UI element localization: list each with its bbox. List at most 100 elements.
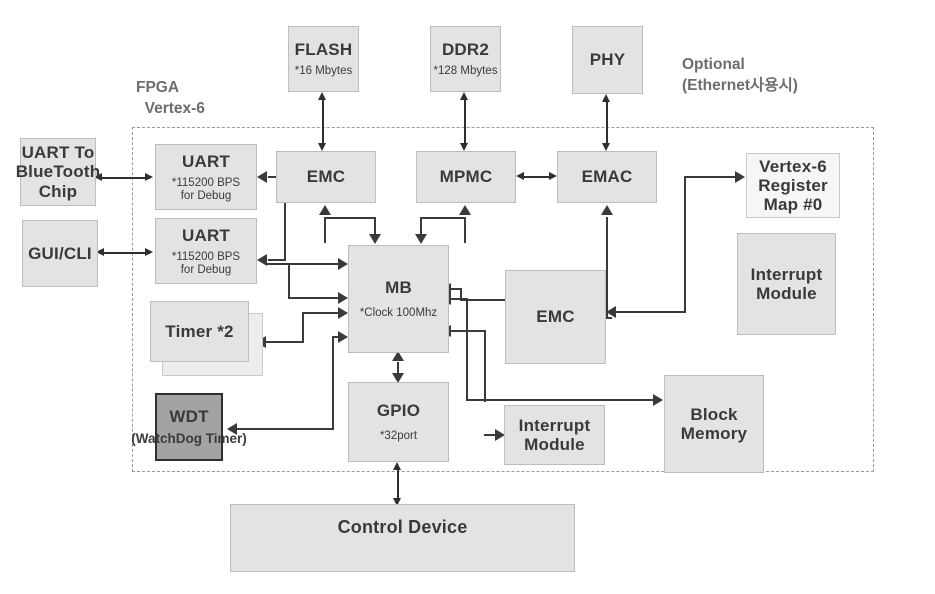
block-gpio-sublabel: *32port — [379, 430, 418, 443]
arrowhead-bluetooth-uart1-right — [145, 173, 153, 181]
block-mb-label: MB — [385, 278, 412, 298]
connector-flash-emc — [322, 100, 324, 144]
block-gui-cli-label: GUI/CLI — [28, 243, 92, 263]
arrowhead-guicli-uart2-right — [145, 248, 153, 256]
block-mb[interactable]: MB *Clock 100Mhz — [348, 245, 449, 353]
connector-mb-to-timer-riser — [302, 312, 304, 342]
connector-trunk-to-block-memory — [466, 399, 656, 401]
block-interrupt-module-bottom-line1: Interrupt — [518, 415, 591, 435]
connector-mb-right-trunk-b — [484, 330, 486, 402]
arrowhead-emac-up — [601, 205, 613, 215]
block-emac-label: EMAC — [581, 167, 633, 187]
block-gpio-label: GPIO — [376, 401, 421, 421]
block-flash-label: FLASH — [294, 40, 353, 60]
connector-mb-to-wdt-riser — [332, 336, 334, 430]
block-ddr2-label: DDR2 — [441, 40, 490, 60]
connector-mb-to-mpmc-up — [464, 217, 466, 243]
block-wdt-sublabel: (WatchDog Timer) — [131, 431, 247, 447]
block-interrupt-module-right-line1: Interrupt — [750, 264, 823, 284]
block-mpmc[interactable]: MPMC — [416, 151, 516, 203]
connector-phy-emac — [606, 102, 608, 144]
block-interrupt-module-right-line2: Module — [756, 284, 817, 303]
block-uart-to-bluetooth-chip[interactable]: UART To BlueTooth Chip — [16, 138, 100, 206]
arrowhead-wdt-rail-to-mb — [338, 331, 348, 343]
connector-mb-to-timer-bottom — [262, 341, 304, 343]
block-mb-sublabel: *Clock 100Mhz — [359, 307, 438, 320]
arrowhead-regmap-trunk-to-emcmid — [606, 306, 616, 318]
block-flash-sublabel: *16 Mbytes — [294, 65, 353, 78]
block-emc-top[interactable]: EMC — [276, 151, 376, 203]
block-vertex6-register-map[interactable]: Vertex-6 Register Map #0 — [746, 153, 840, 218]
block-block-memory[interactable]: Block Memory — [664, 375, 764, 473]
connector-mpmc-emac — [522, 176, 552, 178]
arrowhead-ddr2-mpmc-down — [460, 143, 468, 151]
block-interrupt-module-bottom-line2: Module — [524, 435, 585, 454]
block-uart-2-sublabel-line1: *115200 BPS — [171, 250, 241, 263]
arrowhead-mpmc-to-mb-down — [415, 234, 427, 244]
arrowhead-timer-rail-to-mb — [338, 307, 348, 319]
connector-uart-rail-drop — [288, 263, 290, 299]
block-flash[interactable]: FLASH *16 Mbytes — [288, 26, 359, 92]
connector-uart-rail-upper — [266, 263, 342, 265]
arrowhead-bus-to-uart1 — [257, 171, 267, 183]
block-vertex6-register-map-line1: Vertex-6 — [759, 156, 827, 176]
connector-mb-to-wdt-bottom — [236, 428, 334, 430]
block-phy[interactable]: PHY — [572, 26, 643, 94]
block-uart-1-label: UART — [181, 151, 230, 171]
arrowhead-mb-to-emc-up — [319, 205, 331, 215]
block-interrupt-module-bottom[interactable]: Interrupt Module — [504, 405, 605, 465]
block-block-memory-line2: Memory — [680, 424, 748, 443]
block-vertex6-register-map-line3: Map #0 — [763, 195, 823, 215]
block-ddr2-sublabel: *128 Mbytes — [433, 65, 498, 78]
block-uart-to-bluetooth-chip-label: UART To BlueTooth Chip — [15, 143, 101, 201]
arrowhead-uart-rail-upper-to-mb — [338, 258, 348, 270]
connector-mb-to-emc-up — [324, 217, 326, 243]
block-vertex6-register-map-line2: Register — [758, 175, 828, 195]
block-wdt-label: WDT — [169, 407, 209, 427]
block-control-device[interactable]: Control Device — [230, 504, 575, 572]
block-timer[interactable]: Timer *2 — [150, 301, 249, 362]
block-uart-1-sublabel-line1: *115200 BPS — [171, 176, 241, 189]
arrowhead-flash-emc-down — [318, 143, 326, 151]
block-wdt[interactable]: WDT (WatchDog Timer) — [131, 393, 247, 461]
arrowhead-trunk-to-block-memory — [653, 394, 663, 406]
block-ddr2[interactable]: DDR2 *128 Mbytes — [430, 26, 501, 92]
fpga-block-diagram: FPGA Vertex-6 Optional (Ethernet사용시) UAR… — [0, 0, 935, 594]
block-emac[interactable]: EMAC — [557, 151, 657, 203]
connector-emac-down-trunk — [606, 217, 608, 319]
connector-mb-to-emc-elbow — [324, 217, 376, 219]
connector-mb-right-trunk-a — [466, 298, 468, 401]
arrowhead-gpio-control-device-up — [393, 462, 401, 470]
connector-ddr2-mpmc — [464, 100, 466, 144]
arrowhead-uart-rail-lower-to-mb — [338, 292, 348, 304]
block-emc-mid-label: EMC — [536, 307, 575, 327]
connector-bus-to-uart2 — [268, 259, 286, 261]
block-uart-1[interactable]: UART *115200 BPS for Debug — [155, 144, 257, 210]
connector-guicli-uart2 — [102, 252, 150, 254]
block-emc-mid[interactable]: EMC — [505, 270, 606, 364]
arrowhead-phy-emac-down — [602, 143, 610, 151]
block-block-memory-line1: Block — [690, 404, 738, 424]
block-interrupt-module-right[interactable]: Interrupt Module — [737, 233, 836, 335]
arrowhead-phy-emac-up — [602, 94, 610, 102]
arrowhead-mpmc-emac-left — [516, 172, 524, 180]
block-phy-label: PHY — [589, 50, 626, 70]
arrowhead-mpmc-emac-right — [549, 172, 557, 180]
connector-mb-to-timer-top — [302, 312, 342, 314]
block-uart-2-label: UART — [181, 225, 230, 245]
block-timer-label: Timer *2 — [165, 321, 234, 341]
connector-mb-to-mpmc-elbow — [420, 217, 466, 219]
arrowhead-flash-emc-up — [318, 92, 326, 100]
block-mpmc-label: MPMC — [439, 167, 493, 187]
block-gui-cli[interactable]: GUI/CLI — [22, 220, 98, 287]
connector-regmap-trunk-vertical — [684, 176, 686, 312]
fpga-vertex6-label: FPGA Vertex-6 — [136, 79, 205, 117]
connector-uart-rail-lower — [288, 297, 342, 299]
arrowhead-ddr2-mpmc-up — [460, 92, 468, 100]
arrowhead-mb-to-mpmc-up — [459, 205, 471, 215]
block-uart-2-sublabel-line2: for Debug — [180, 263, 232, 276]
block-uart-2[interactable]: UART *115200 BPS for Debug — [155, 218, 257, 284]
arrowhead-emc-to-mb-down — [369, 234, 381, 244]
connector-regmap-trunk-to-emcmid — [614, 311, 686, 313]
block-gpio[interactable]: GPIO *32port — [348, 382, 449, 462]
